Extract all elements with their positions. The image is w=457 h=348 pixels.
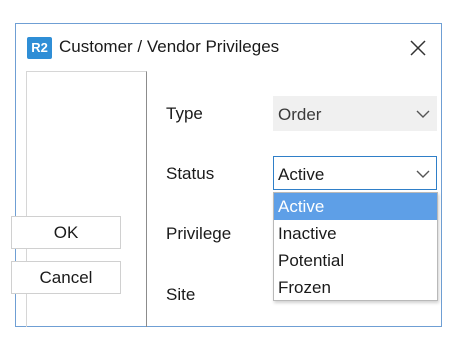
status-option-inactive[interactable]: Inactive <box>274 220 437 247</box>
type-label: Type <box>166 104 203 123</box>
status-option-frozen[interactable]: Frozen <box>274 274 437 301</box>
status-label: Status <box>166 164 215 183</box>
chevron-down-icon <box>416 110 430 118</box>
chevron-down-icon <box>416 170 430 178</box>
close-icon[interactable] <box>407 37 429 59</box>
status-option-potential[interactable]: Potential <box>274 247 437 274</box>
status-value: Active <box>278 165 325 184</box>
type-combo[interactable]: Order <box>273 96 437 131</box>
status-option-active[interactable]: Active <box>274 193 437 220</box>
status-dropdown-list: Active Inactive Potential Frozen <box>273 192 438 301</box>
type-value: Order <box>278 105 322 124</box>
status-combo[interactable]: Active <box>273 156 437 190</box>
ok-button[interactable]: OK <box>11 216 121 249</box>
site-label: Site <box>166 285 196 304</box>
title-bar: R2 Customer / Vendor Privileges <box>16 24 441 72</box>
dialog-title: Customer / Vendor Privileges <box>59 37 280 56</box>
privilege-label: Privilege <box>166 224 232 243</box>
cancel-button[interactable]: Cancel <box>11 261 121 294</box>
app-logo-icon: R2 <box>27 37 52 59</box>
